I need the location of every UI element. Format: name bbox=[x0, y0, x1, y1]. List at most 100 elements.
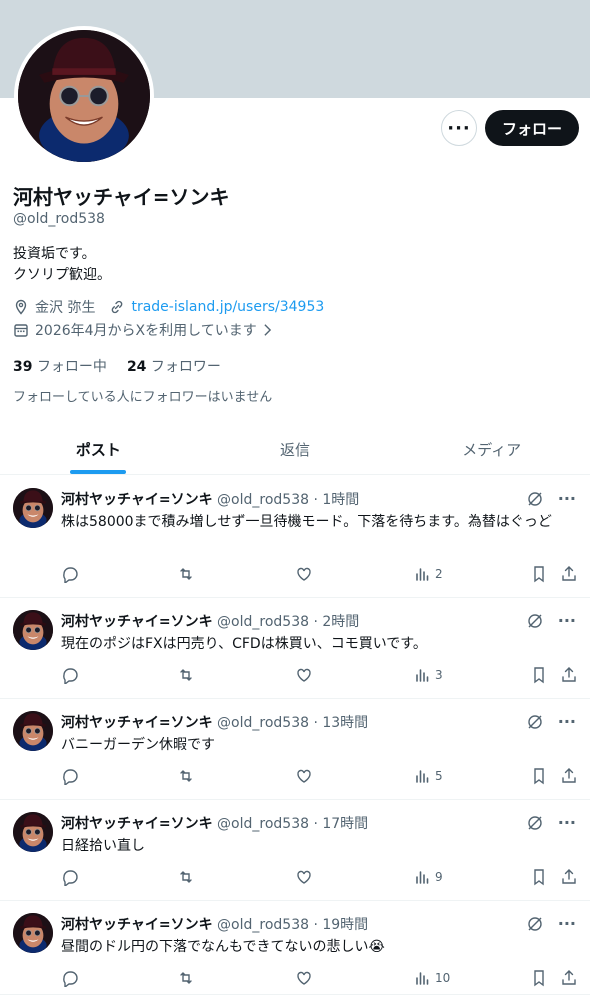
tweet-author-name[interactable]: 河村ヤッチャイ=ソンキ bbox=[61, 715, 213, 731]
share-button[interactable] bbox=[560, 666, 578, 684]
reply-button[interactable] bbox=[61, 868, 79, 886]
avatar-image bbox=[13, 711, 53, 751]
repost-button[interactable] bbox=[177, 767, 195, 785]
tweet-meta: @old_rod538 · 19時間 bbox=[217, 917, 369, 933]
more-options-button[interactable]: ··· bbox=[441, 110, 477, 146]
more-icon[interactable]: ··· bbox=[558, 489, 576, 508]
bookmark-icon bbox=[534, 869, 544, 886]
tweet[interactable]: 河村ヤッチャイ=ソンキ @old_rod538 · 17時間 ··· 日経拾い直し 9 bbox=[0, 800, 590, 901]
share-button[interactable] bbox=[560, 565, 578, 583]
views-icon bbox=[416, 972, 429, 985]
like-icon bbox=[297, 971, 311, 985]
share-icon bbox=[562, 869, 576, 884]
tweet-actions: 2 bbox=[61, 565, 581, 585]
reply-button[interactable] bbox=[61, 565, 79, 583]
more-icon[interactable]: ··· bbox=[558, 712, 576, 731]
avatar-image bbox=[13, 913, 53, 953]
bookmark-icon bbox=[534, 768, 544, 785]
profile-joined[interactable]: 2026年4月からXを利用しています bbox=[13, 320, 272, 340]
profile-avatar[interactable] bbox=[14, 26, 154, 166]
repost-button[interactable] bbox=[177, 868, 195, 886]
tweet-header: 河村ヤッチャイ=ソンキ @old_rod538 · 19時間 bbox=[61, 914, 368, 934]
tweet-avatar[interactable] bbox=[13, 488, 53, 528]
like-button[interactable] bbox=[295, 868, 313, 886]
like-button[interactable] bbox=[295, 565, 313, 583]
bookmark-button[interactable] bbox=[530, 868, 548, 886]
tab-posts[interactable]: ポスト bbox=[0, 424, 197, 474]
like-button[interactable] bbox=[295, 969, 313, 987]
avatar-image bbox=[13, 610, 53, 650]
share-button[interactable] bbox=[560, 868, 578, 886]
more-icon[interactable]: ··· bbox=[558, 914, 576, 933]
tab-media[interactable]: メディア bbox=[393, 424, 590, 474]
tweet-top-icons: ··· bbox=[526, 611, 576, 630]
tweet-top-icons: ··· bbox=[526, 712, 576, 731]
views-button[interactable]: 3 bbox=[413, 666, 443, 684]
grok-icon[interactable] bbox=[526, 713, 544, 731]
repost-button[interactable] bbox=[177, 969, 195, 987]
bookmark-button[interactable] bbox=[530, 767, 548, 785]
more-icon[interactable]: ··· bbox=[558, 813, 576, 832]
views-button[interactable]: 9 bbox=[413, 868, 443, 886]
bookmark-button[interactable] bbox=[530, 666, 548, 684]
share-icon bbox=[562, 768, 576, 783]
tweet-author-name[interactable]: 河村ヤッチャイ=ソンキ bbox=[61, 614, 213, 630]
followers-link[interactable]: 24 フォロワー bbox=[127, 356, 221, 376]
avatar-image bbox=[13, 488, 53, 528]
tab-replies[interactable]: 返信 bbox=[197, 424, 394, 474]
tweet-text: 昼間のドル円の下落でなんもできてないの悲しい😭 bbox=[61, 939, 385, 955]
reply-button[interactable] bbox=[61, 666, 79, 684]
grok-icon[interactable] bbox=[526, 814, 544, 832]
bookmark-button[interactable] bbox=[530, 969, 548, 987]
repost-button[interactable] bbox=[177, 565, 195, 583]
profile-location: 金沢 弥生 bbox=[35, 300, 96, 316]
like-button[interactable] bbox=[295, 767, 313, 785]
grok-icon[interactable] bbox=[526, 490, 544, 508]
tweet-text: バニーガーデン休暇です bbox=[61, 737, 215, 753]
tweet-avatar[interactable] bbox=[13, 913, 53, 953]
profile-meta-location-website: 金沢 弥生 trade-island.jp/users/34953 bbox=[13, 297, 324, 317]
tweet-avatar[interactable] bbox=[13, 812, 53, 852]
following-label: フォロー中 bbox=[36, 359, 107, 375]
views-button[interactable]: 2 bbox=[413, 565, 443, 583]
tweet-author-name[interactable]: 河村ヤッチャイ=ソンキ bbox=[61, 492, 213, 508]
share-button[interactable] bbox=[560, 767, 578, 785]
views-button[interactable]: 10 bbox=[413, 969, 450, 987]
tweet[interactable]: 河村ヤッチャイ=ソンキ @old_rod538 · 13時間 ··· バニーガーデン… bbox=[0, 699, 590, 800]
tweet[interactable]: 河村ヤッチャイ=ソンキ @old_rod538 · 19時間 ··· 昼間のドル円の… bbox=[0, 901, 590, 995]
tweet-text: 現在のポジはFXは円売り、CFDは株買い、コモ買いです。 bbox=[61, 636, 427, 652]
share-button[interactable] bbox=[560, 969, 578, 987]
tweet-header: 河村ヤッチャイ=ソンキ @old_rod538 · 1時間 bbox=[61, 489, 359, 509]
tweet-author-name[interactable]: 河村ヤッチャイ=ソンキ bbox=[61, 816, 213, 832]
tweet[interactable]: 河村ヤッチャイ=ソンキ @old_rod538 · 2時間 ··· 現在のポジはFX… bbox=[0, 598, 590, 699]
grok-icon[interactable] bbox=[526, 612, 544, 630]
reply-button[interactable] bbox=[61, 969, 79, 987]
tweet-avatar[interactable] bbox=[13, 610, 53, 650]
repost-button[interactable] bbox=[177, 666, 195, 684]
like-button[interactable] bbox=[295, 666, 313, 684]
tweet-meta: @old_rod538 · 13時間 bbox=[217, 715, 369, 731]
views-icon bbox=[416, 669, 429, 682]
location-pin-icon bbox=[15, 299, 27, 315]
tweet-header: 河村ヤッチャイ=ソンキ @old_rod538 · 2時間 bbox=[61, 611, 359, 631]
reply-icon bbox=[63, 769, 78, 785]
profile-website-link[interactable]: trade-island.jp/users/34953 bbox=[131, 299, 324, 315]
tweet-header: 河村ヤッチャイ=ソンキ @old_rod538 · 13時間 bbox=[61, 712, 368, 732]
tweet-actions: 10 bbox=[61, 969, 581, 989]
grok-icon[interactable] bbox=[526, 915, 544, 933]
tweet-actions: 5 bbox=[61, 767, 581, 787]
following-link[interactable]: 39 フォロー中 bbox=[13, 356, 107, 376]
bookmark-button[interactable] bbox=[530, 565, 548, 583]
more-icon[interactable]: ··· bbox=[558, 611, 576, 630]
following-count: 39 bbox=[13, 359, 33, 375]
tweet-author-name[interactable]: 河村ヤッチャイ=ソンキ bbox=[61, 917, 213, 933]
tweet-top-icons: ··· bbox=[526, 813, 576, 832]
views-button[interactable]: 5 bbox=[413, 767, 443, 785]
tweet[interactable]: 河村ヤッチャイ=ソンキ @old_rod538 · 1時間 ··· 株は58000ま… bbox=[0, 476, 590, 598]
profile-bio: 投資垢です。 クソリプ歓迎。 bbox=[13, 244, 111, 286]
reply-button[interactable] bbox=[61, 767, 79, 785]
tweet-text: 日経拾い直し bbox=[61, 838, 145, 854]
tweet-avatar[interactable] bbox=[13, 711, 53, 751]
follow-button[interactable]: フォロー bbox=[485, 110, 579, 146]
bookmark-icon bbox=[534, 970, 544, 987]
